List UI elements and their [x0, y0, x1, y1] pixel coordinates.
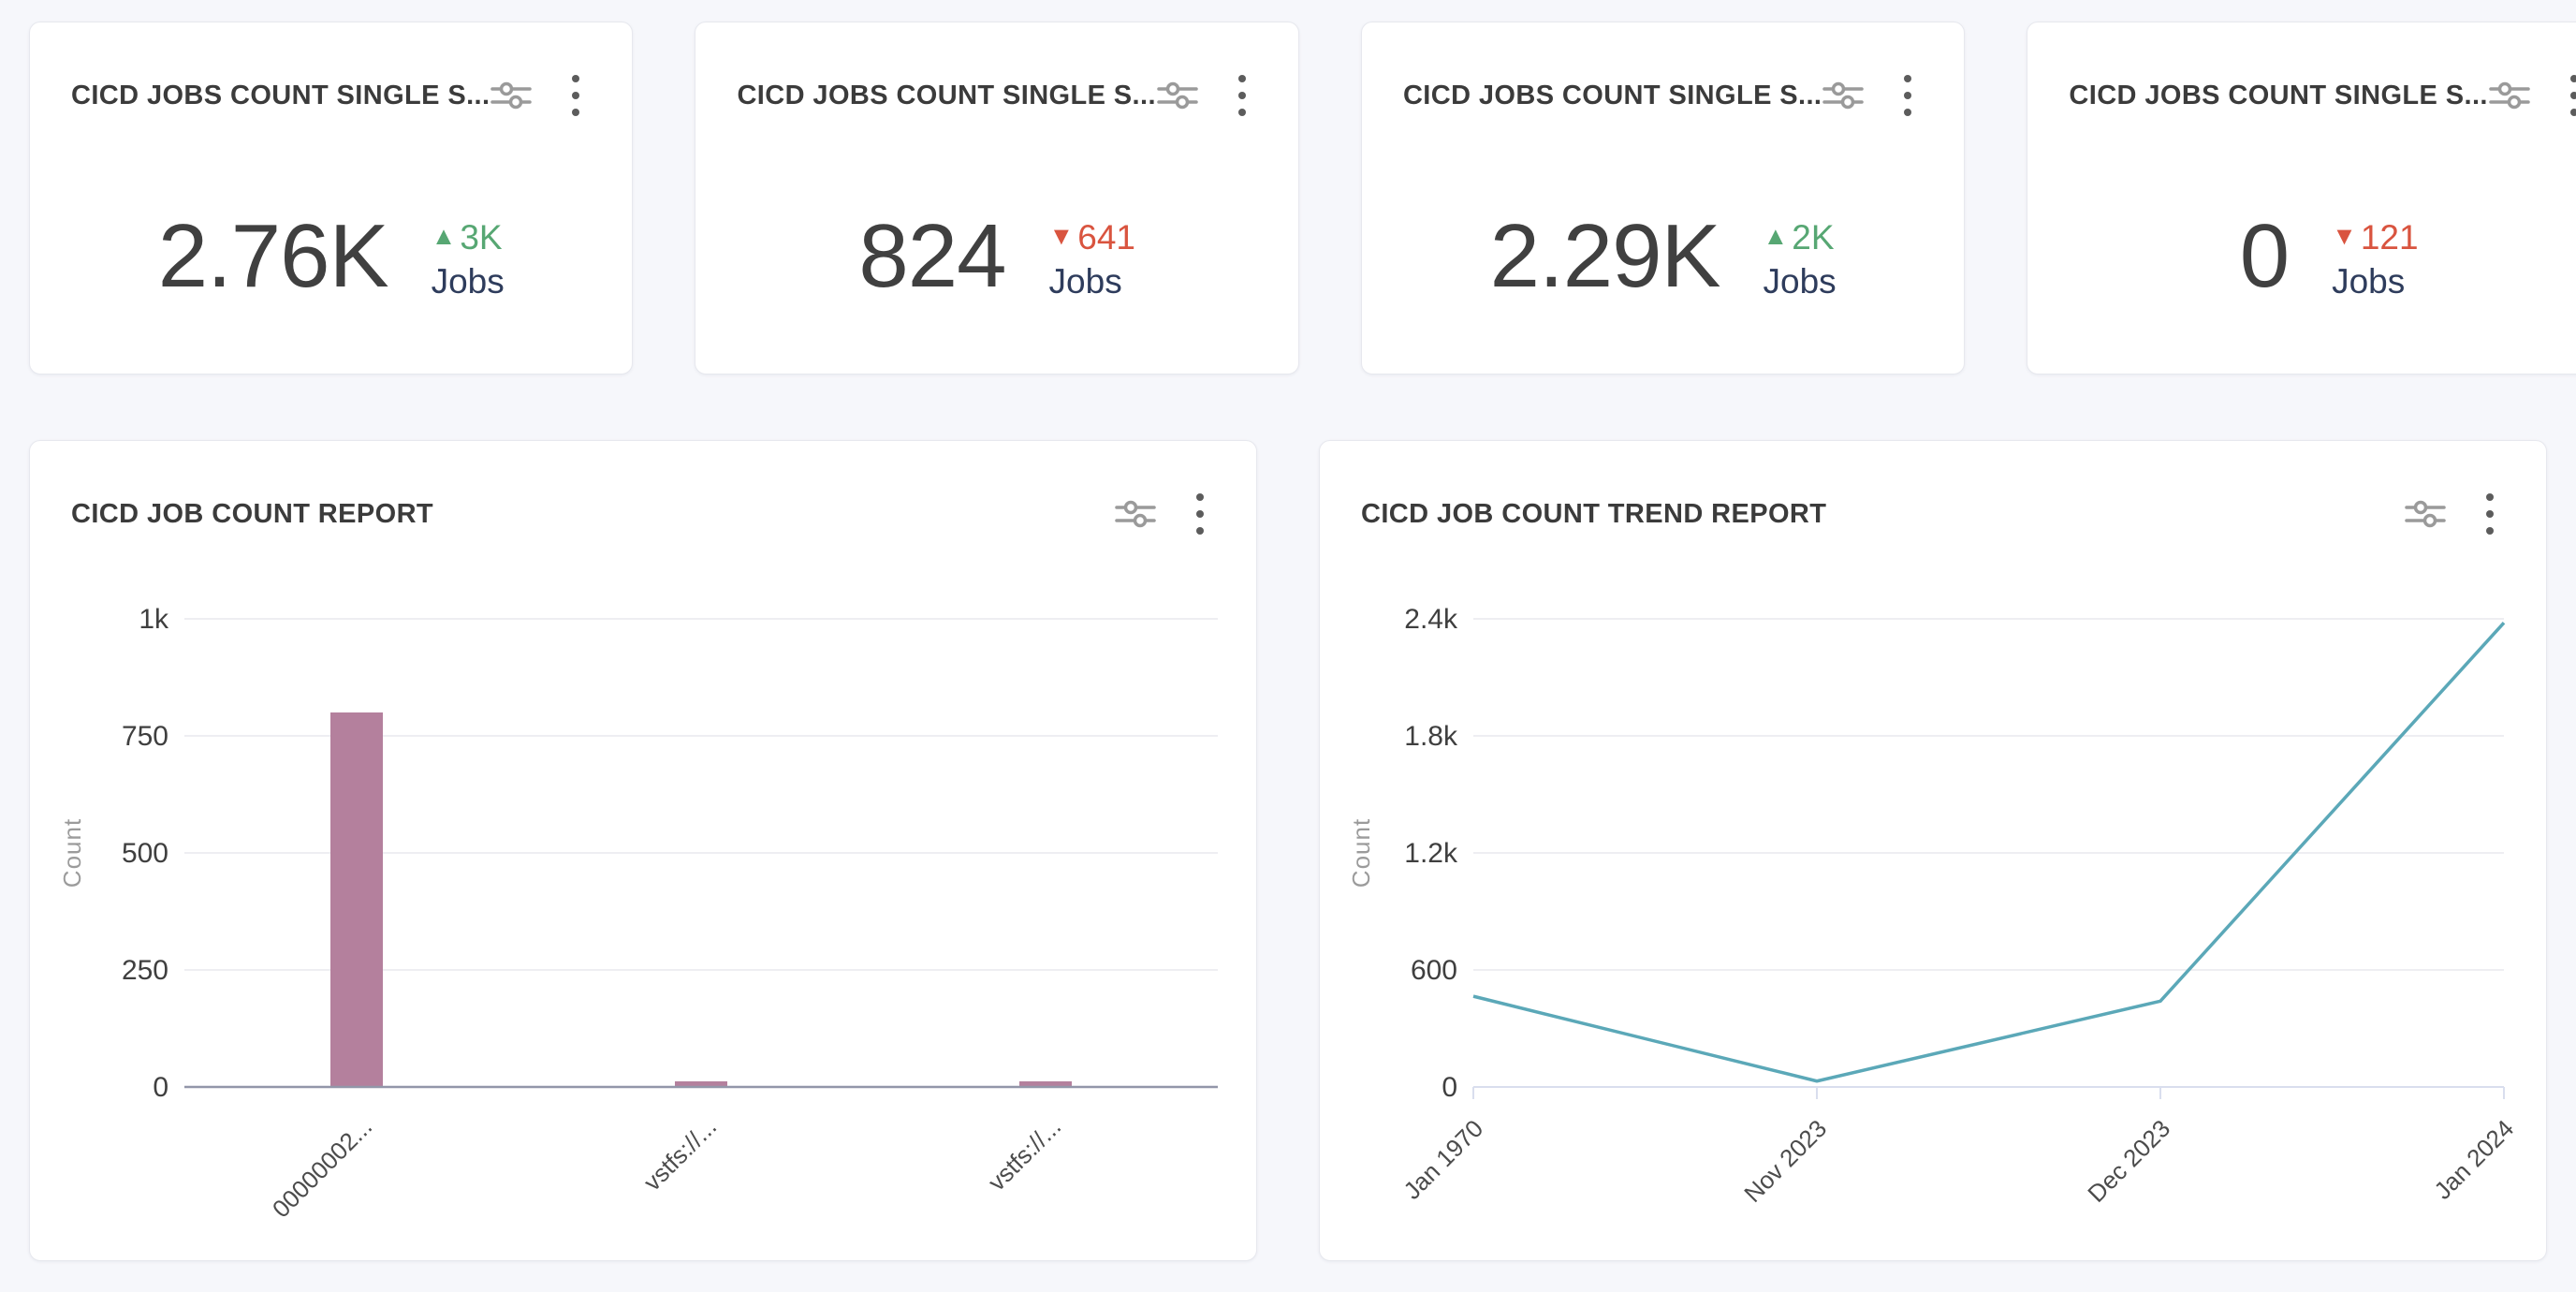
sliders-icon[interactable]: [2488, 74, 2531, 117]
header-icons: [1156, 71, 1251, 120]
stat-card-row: CICD JOBS COUNT SINGLE S... 2.76K ▲3K Jo…: [29, 22, 2547, 374]
card-title: CICD JOB COUNT TREND REPORT: [1361, 499, 1826, 530]
stat-card-4: CICD JOBS COUNT SINGLE S... 0 ▼121 Jobs: [2027, 22, 2576, 374]
card-title: CICD JOBS COUNT SINGLE S...: [737, 81, 1155, 111]
card-title: CICD JOB COUNT REPORT: [71, 499, 433, 530]
sliders-icon[interactable]: [2404, 492, 2447, 536]
kebab-menu-icon[interactable]: [566, 71, 585, 120]
header-icons: [2404, 490, 2499, 538]
svg-text:0: 0: [153, 1072, 168, 1103]
stat-side: ▲3K Jobs: [432, 219, 505, 304]
header-icons: [490, 71, 585, 120]
card-header: CICD JOBS COUNT SINGLE S...: [695, 22, 1297, 120]
kebab-menu-icon[interactable]: [2565, 71, 2576, 120]
stat-body: 2.76K ▲3K Jobs: [30, 163, 632, 350]
stat-value: 824: [858, 212, 1005, 301]
stat-side: ▲2K Jobs: [1764, 219, 1837, 304]
trend-delta: 3K: [460, 219, 502, 257]
card-header: CICD JOBS COUNT SINGLE S...: [2027, 22, 2576, 120]
unit-label: Jobs: [432, 260, 505, 303]
triangle-up-icon: ▲: [1764, 224, 1789, 249]
svg-text:2.4k: 2.4k: [1404, 604, 1458, 635]
stat-card-1: CICD JOBS COUNT SINGLE S... 2.76K ▲3K Jo…: [29, 22, 633, 374]
card-header: CICD JOBS COUNT SINGLE S...: [1362, 22, 1964, 120]
stat-side: ▼121 Jobs: [2332, 219, 2418, 304]
sliders-icon[interactable]: [490, 74, 533, 117]
header-icons: [1822, 71, 1917, 120]
svg-text:Dec 2023: Dec 2023: [2082, 1114, 2175, 1208]
unit-label: Jobs: [1764, 260, 1837, 303]
kebab-menu-icon[interactable]: [1233, 71, 1251, 120]
triangle-down-icon: ▼: [1049, 224, 1075, 249]
card-title: CICD JOBS COUNT SINGLE S...: [71, 81, 490, 111]
svg-text:00000002...: 00000002...: [267, 1112, 377, 1223]
svg-text:Count: Count: [58, 818, 86, 888]
trend-indicator: ▼121: [2332, 219, 2418, 257]
trend-delta: 2K: [1792, 219, 1834, 257]
unit-label: Jobs: [1049, 260, 1122, 303]
kebab-menu-icon[interactable]: [1898, 71, 1917, 120]
svg-text:Count: Count: [1347, 818, 1375, 888]
svg-text:750: 750: [122, 721, 168, 752]
svg-text:0: 0: [1442, 1072, 1457, 1103]
svg-text:Jan 1970: Jan 1970: [1398, 1114, 1488, 1205]
unit-label: Jobs: [2332, 260, 2405, 303]
stat-card-3: CICD JOBS COUNT SINGLE S... 2.29K ▲2K Jo…: [1361, 22, 1965, 374]
trend-delta: 641: [1077, 219, 1135, 257]
card-title: CICD JOBS COUNT SINGLE S...: [2069, 81, 2487, 111]
card-title: CICD JOBS COUNT SINGLE S...: [1403, 81, 1822, 111]
trend-indicator: ▼641: [1049, 219, 1135, 257]
triangle-down-icon: ▼: [2332, 224, 2357, 249]
stat-value: 2.76K: [158, 212, 388, 301]
svg-text:vstfs://...: vstfs://...: [983, 1112, 1067, 1197]
bar-chart-card: CICD JOB COUNT REPORT 02505007501kCount0…: [29, 440, 1257, 1261]
chart-card-row: CICD JOB COUNT REPORT 02505007501kCount0…: [29, 440, 2547, 1261]
sliders-icon[interactable]: [1156, 74, 1199, 117]
trend-indicator: ▲2K: [1764, 219, 1835, 257]
trend-indicator: ▲3K: [432, 219, 503, 257]
sliders-icon[interactable]: [1822, 74, 1865, 117]
svg-text:1.2k: 1.2k: [1404, 838, 1458, 869]
svg-text:1k: 1k: [139, 604, 169, 635]
sliders-icon[interactable]: [1114, 492, 1157, 536]
stat-value: 0: [2240, 212, 2289, 301]
svg-text:Nov 2023: Nov 2023: [1738, 1114, 1832, 1208]
bar-chart-canvas[interactable]: 0 250 500 750 1k Count 00000002... vstfs://... v…: [30, 441, 1256, 1260]
header-icons: [2488, 71, 2576, 120]
stat-value: 2.29K: [1490, 212, 1720, 301]
trend-delta: 121: [2361, 219, 2419, 257]
stat-body: 824 ▼641 Jobs: [695, 163, 1297, 350]
card-header: CICD JOBS COUNT SINGLE S...: [30, 22, 632, 120]
card-header: CICD JOB COUNT TREND REPORT: [1320, 441, 2546, 538]
svg-text:250: 250: [122, 955, 168, 986]
line-chart-card: CICD JOB COUNT TREND REPORT 0 600 1.2k 1.8k…: [1319, 440, 2547, 1261]
stat-side: ▼641 Jobs: [1049, 219, 1135, 304]
svg-text:Jan 2024: Jan 2024: [2428, 1114, 2519, 1205]
header-icons: [1114, 490, 1209, 538]
stat-body: 2.29K ▲2K Jobs: [1362, 163, 1964, 350]
stat-body: 0 ▼121 Jobs: [2027, 163, 2576, 350]
bar-0[interactable]: [330, 712, 383, 1087]
svg-text:vstfs://...: vstfs://...: [638, 1112, 723, 1197]
triangle-up-icon: ▲: [432, 224, 457, 249]
svg-text:1.8k: 1.8k: [1404, 721, 1458, 752]
line-chart-canvas[interactable]: 0 600 1.2k 1.8k 2.4k Count Jan 1970 Nov 2023 Dec…: [1320, 441, 2547, 1260]
stat-card-2: CICD JOBS COUNT SINGLE S... 824 ▼641 Job…: [695, 22, 1298, 374]
kebab-menu-icon[interactable]: [1191, 490, 1209, 538]
svg-text:500: 500: [122, 838, 168, 869]
svg-text:600: 600: [1411, 955, 1457, 986]
kebab-menu-icon[interactable]: [2481, 490, 2499, 538]
trend-line[interactable]: [1473, 623, 2504, 1081]
dashboard: CICD JOBS COUNT SINGLE S... 2.76K ▲3K Jo…: [0, 0, 2576, 1292]
card-header: CICD JOB COUNT REPORT: [30, 441, 1256, 538]
